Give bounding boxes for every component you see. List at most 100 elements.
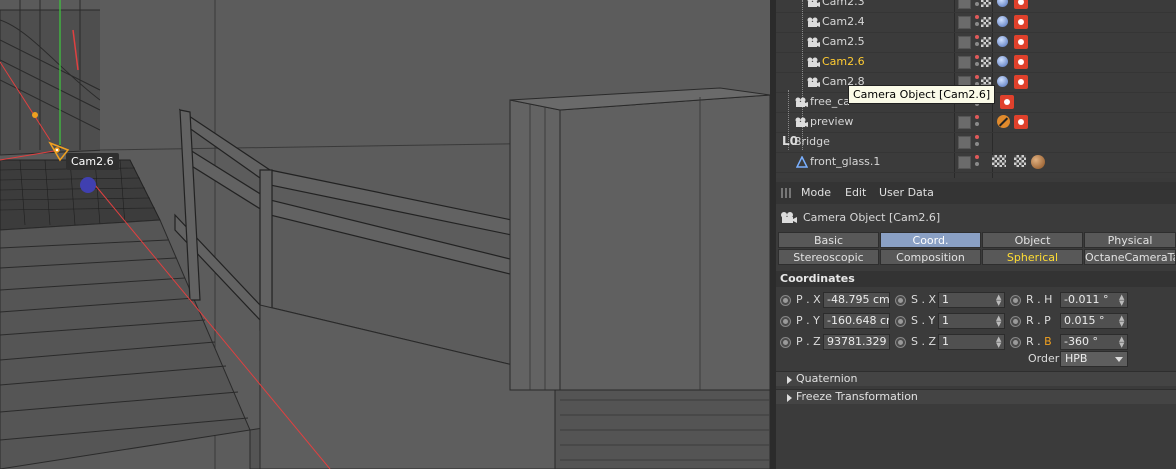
- menu-user-data[interactable]: User Data: [879, 186, 934, 199]
- layer-icon[interactable]: [958, 156, 971, 169]
- order-dropdown[interactable]: HPB: [1060, 351, 1128, 367]
- px-field[interactable]: -48.795 cm: [823, 292, 890, 308]
- sphere-tag-icon[interactable]: [997, 76, 1008, 87]
- tab-stereoscopic[interactable]: Stereoscopic: [778, 249, 879, 265]
- object-name[interactable]: Cam2.5: [822, 35, 865, 48]
- object-row-cam2-6[interactable]: Cam2.6: [776, 52, 1176, 73]
- animate-radio[interactable]: [1010, 337, 1021, 348]
- pz-label: P . Z: [796, 335, 821, 348]
- animate-radio[interactable]: [780, 337, 791, 348]
- visibility-dots-icon[interactable]: [973, 115, 981, 129]
- animate-radio[interactable]: [1010, 295, 1021, 306]
- fold-quaternion[interactable]: Quaternion: [776, 371, 1176, 386]
- rb-label: R . B: [1026, 335, 1052, 348]
- checker-icon[interactable]: [981, 37, 991, 47]
- object-row-bridge[interactable]: L0 Bridge: [776, 132, 1176, 153]
- menu-edit[interactable]: Edit: [845, 186, 866, 199]
- tooltip: Camera Object [Cam2.6]: [848, 85, 996, 104]
- checker-icon[interactable]: [981, 0, 991, 7]
- object-row-cam2-4[interactable]: Cam2.4: [776, 12, 1176, 33]
- tab-object[interactable]: Object: [982, 232, 1083, 248]
- rh-label: R . H: [1026, 293, 1053, 306]
- sx-field[interactable]: 1 ▲ ▼: [938, 292, 1005, 308]
- sy-field[interactable]: 1 ▲ ▼: [938, 313, 1005, 329]
- object-name[interactable]: preview: [810, 115, 853, 128]
- attribute-menubar: Mode Edit User Data: [776, 182, 1176, 204]
- rh-field[interactable]: -0.011 ° ▲ ▼: [1060, 292, 1128, 308]
- visibility-dots-icon[interactable]: [973, 55, 981, 69]
- sx-label: S . X: [911, 293, 937, 306]
- animate-radio[interactable]: [895, 316, 906, 327]
- tab-octane-camera-tag[interactable]: OctaneCameraTag: [1084, 249, 1176, 265]
- camera-icon: [807, 17, 820, 27]
- object-name[interactable]: Bridge: [794, 135, 830, 148]
- py-field[interactable]: -160.648 cm: [823, 313, 890, 329]
- chevron-down-icon: [1115, 357, 1123, 362]
- checker-icon[interactable]: [981, 17, 991, 27]
- octane-camera-tag-icon[interactable]: [1014, 115, 1028, 129]
- sphere-tag-icon[interactable]: [997, 16, 1008, 27]
- sz-field[interactable]: 1 ▲ ▼: [938, 334, 1005, 350]
- object-title-bar: Camera Object [Cam2.6]: [776, 208, 1176, 228]
- rp-label: R . P: [1026, 314, 1051, 327]
- object-name[interactable]: Cam2.3: [822, 0, 865, 8]
- fold-freeze-transformation[interactable]: Freeze Transformation: [776, 389, 1176, 404]
- camera-icon: [781, 212, 797, 223]
- checker-icon[interactable]: [981, 57, 991, 67]
- animate-radio[interactable]: [780, 316, 791, 327]
- octane-camera-tag-icon[interactable]: [1000, 95, 1014, 109]
- octane-camera-tag-icon[interactable]: [1014, 0, 1028, 9]
- viewport-wireframe: [0, 0, 770, 469]
- viewport-3d[interactable]: Cam2.6: [0, 0, 770, 469]
- octane-camera-tag-icon[interactable]: [1014, 75, 1028, 89]
- object-name[interactable]: front_glass.1: [810, 155, 880, 168]
- object-row-preview[interactable]: preview: [776, 112, 1176, 133]
- visibility-dots-icon[interactable]: [973, 155, 981, 169]
- menu-mode[interactable]: Mode: [801, 186, 831, 199]
- layer-icon[interactable]: [958, 56, 971, 69]
- grip-icon[interactable]: [781, 188, 793, 198]
- animate-radio[interactable]: [895, 295, 906, 306]
- octane-camera-tag-icon[interactable]: [1014, 15, 1028, 29]
- sphere-tag-icon[interactable]: [997, 0, 1008, 7]
- protection-tag-icon[interactable]: [997, 115, 1010, 128]
- layer-icon[interactable]: [958, 16, 971, 29]
- tab-physical[interactable]: Physical: [1084, 232, 1176, 248]
- object-row-front-glass-1[interactable]: front_glass.1: [776, 152, 1176, 173]
- pz-field[interactable]: 93781.329 cm: [823, 334, 890, 350]
- visibility-dots-icon[interactable]: [973, 35, 981, 49]
- object-name[interactable]: free_ca: [810, 95, 850, 108]
- visibility-dots-icon[interactable]: [973, 135, 981, 149]
- sphere-tag-icon[interactable]: [997, 56, 1008, 67]
- layer-icon[interactable]: [958, 0, 971, 9]
- attribute-manager[interactable]: Mode Edit User Data Camera Object [Cam2.…: [776, 182, 1176, 469]
- animate-radio[interactable]: [895, 337, 906, 348]
- material-tag-icon[interactable]: [1014, 155, 1026, 167]
- rb-field[interactable]: -360 ° ▲ ▼: [1060, 334, 1128, 350]
- tab-basic[interactable]: Basic: [778, 232, 879, 248]
- material-tag-icon[interactable]: [992, 155, 1006, 167]
- layer-icon[interactable]: [958, 36, 971, 49]
- material-tag-icon[interactable]: [1031, 155, 1045, 169]
- visibility-dots-icon[interactable]: [973, 0, 981, 9]
- object-name[interactable]: Cam2.4: [822, 15, 865, 28]
- tab-composition[interactable]: Composition: [880, 249, 981, 265]
- animate-radio[interactable]: [1010, 316, 1021, 327]
- octane-camera-tag-icon[interactable]: [1014, 35, 1028, 49]
- tab-spherical[interactable]: Spherical: [982, 249, 1083, 265]
- visibility-dots-icon[interactable]: [973, 15, 981, 29]
- object-row-cam2-5[interactable]: Cam2.5: [776, 32, 1176, 53]
- octane-camera-tag-icon[interactable]: [1014, 55, 1028, 69]
- order-label: Order: [1028, 352, 1060, 365]
- object-name[interactable]: Cam2.6: [822, 55, 865, 68]
- animate-radio[interactable]: [780, 295, 791, 306]
- rp-field[interactable]: 0.015 ° ▲ ▼: [1060, 313, 1128, 329]
- layer-icon[interactable]: [958, 136, 971, 149]
- camera-icon: [807, 77, 820, 87]
- sphere-tag-icon[interactable]: [997, 36, 1008, 47]
- layer-icon[interactable]: [958, 116, 971, 129]
- camera-icon: [795, 97, 808, 107]
- py-label: P . Y: [796, 314, 820, 327]
- camera-icon: [795, 117, 808, 127]
- tab-coord[interactable]: Coord.: [880, 232, 981, 248]
